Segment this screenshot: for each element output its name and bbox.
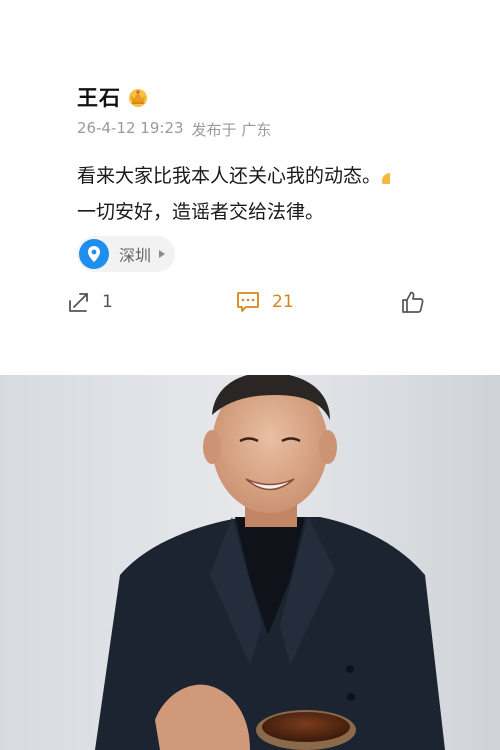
emoji-icon — [381, 166, 391, 184]
thumbs-up-icon — [402, 291, 424, 313]
post-timestamp: 26-4-12 19:23 — [77, 119, 184, 137]
comment-button[interactable]: 21 — [236, 285, 294, 319]
share-icon — [69, 293, 88, 312]
chevron-right-icon — [159, 250, 166, 258]
comment-icon — [237, 292, 259, 312]
author-name[interactable]: 王石 — [77, 82, 121, 112]
post-meta: 26-4-12 19:23 发布于 广东 — [77, 119, 271, 140]
author-row: 王石 — [77, 82, 149, 112]
post-text-line-2: 一切安好，造谣者交给法律。 — [77, 201, 325, 223]
post-text: 看来大家比我本人还关心我的动态。 一切安好，造谣者交给法律。 — [77, 158, 433, 230]
post-text-line-1: 看来大家比我本人还关心我的动态。 — [77, 165, 382, 187]
like-button[interactable] — [401, 285, 425, 319]
action-bar: 1 21 — [0, 285, 500, 319]
portrait-image — [0, 375, 500, 750]
location-name: 深圳 — [119, 246, 152, 265]
location-tag[interactable]: 深圳 — [77, 236, 176, 272]
comment-count: 21 — [272, 292, 294, 312]
share-button[interactable]: 1 — [68, 285, 113, 319]
crown-icon — [129, 89, 147, 107]
share-count: 1 — [102, 292, 113, 312]
post-photo[interactable] — [0, 375, 500, 750]
weibo-post-card: 王石 26-4-12 19:23 发布于 广东 看来大家比我本人还关心我的动态。… — [0, 0, 500, 375]
location-pin-icon — [79, 239, 109, 269]
post-published-in: 发布于 广东 — [191, 121, 272, 139]
